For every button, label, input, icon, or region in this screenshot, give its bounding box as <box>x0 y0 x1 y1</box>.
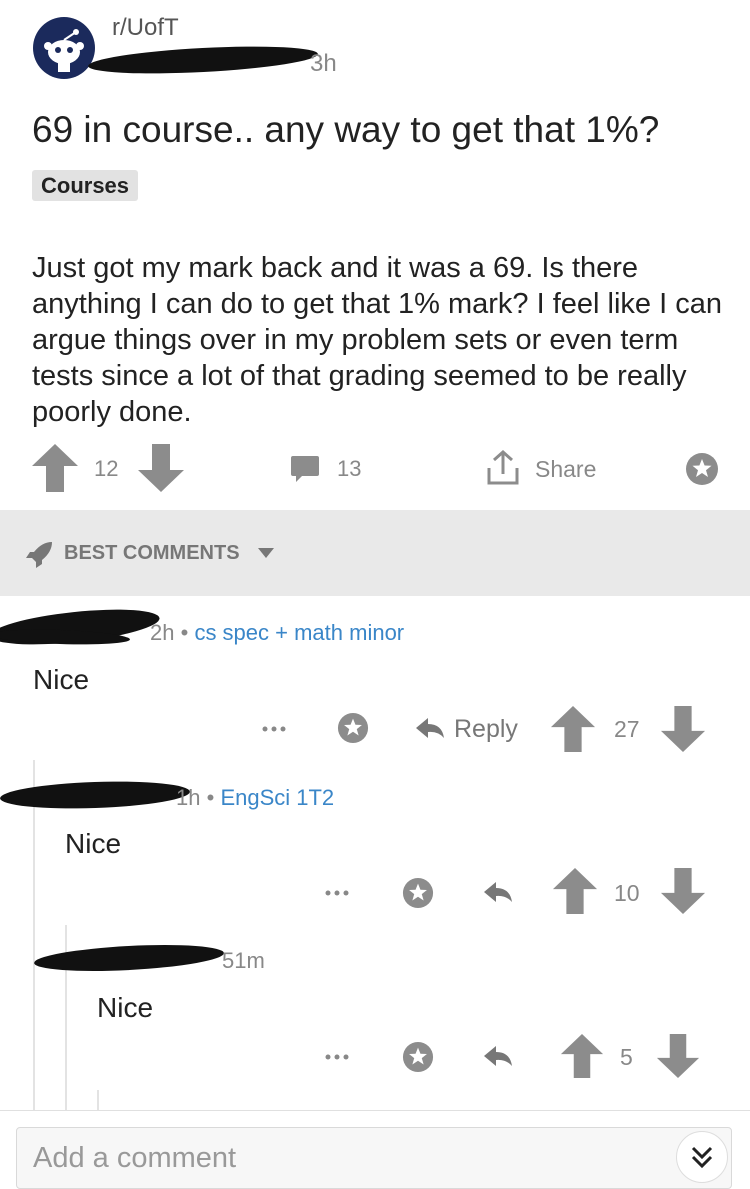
downvote-icon[interactable] <box>660 868 706 914</box>
commenter-redaction <box>0 778 191 812</box>
user-flair[interactable]: cs spec + math minor <box>194 620 404 645</box>
comment-composer <box>0 1110 750 1189</box>
post-title: 69 in course.. any way to get that 1%? <box>32 109 660 150</box>
downvote-icon[interactable] <box>656 1034 700 1078</box>
more-options-icon[interactable] <box>262 726 286 732</box>
downvote-icon[interactable] <box>138 444 184 492</box>
comment-age: 51m <box>222 948 265 973</box>
upvote-icon[interactable] <box>550 706 596 752</box>
more-options-icon[interactable] <box>325 890 349 896</box>
user-flair[interactable]: EngSci 1T2 <box>220 785 334 810</box>
thread-line[interactable] <box>33 760 35 1110</box>
comment-icon[interactable] <box>290 454 320 484</box>
comment-score: 10 <box>614 880 640 906</box>
save-icon[interactable] <box>337 712 369 744</box>
upvote-icon[interactable] <box>560 1034 604 1078</box>
more-options-icon[interactable] <box>325 1054 349 1060</box>
share-button[interactable]: Share <box>535 456 596 483</box>
comment-score: 5 <box>620 1044 633 1070</box>
reply-icon[interactable] <box>416 716 446 740</box>
comment-meta: 1h • EngSci 1T2 <box>176 785 334 811</box>
comment-text: Nice <box>97 992 154 1023</box>
comment-count: 13 <box>337 456 362 481</box>
post-age: 3h <box>310 50 337 77</box>
jump-next-comment-button[interactable] <box>676 1131 728 1183</box>
thread-line[interactable] <box>97 1090 99 1110</box>
comment-meta: 2h • cs spec + math minor <box>150 620 404 646</box>
save-icon[interactable] <box>685 452 719 486</box>
subreddit-avatar[interactable] <box>32 16 96 80</box>
comment-text: Nice <box>33 664 90 695</box>
post-score: 12 <box>94 456 119 481</box>
commenter-redaction <box>33 941 225 975</box>
post-body: Just got my mark back and it was a 69. I… <box>32 252 722 428</box>
comment-score: 27 <box>614 716 640 742</box>
add-comment-input[interactable] <box>16 1127 732 1189</box>
comment-age: 2h <box>150 620 175 645</box>
share-icon[interactable] <box>486 450 520 486</box>
chevron-down-icon[interactable] <box>258 548 274 558</box>
comments-sort-bar[interactable]: BEST COMMENTS <box>0 510 750 596</box>
save-icon[interactable] <box>402 877 434 909</box>
meta-separator: • <box>206 785 221 810</box>
save-icon[interactable] <box>402 1041 434 1073</box>
downvote-icon[interactable] <box>660 706 706 752</box>
rocket-icon <box>24 540 54 570</box>
reply-button[interactable]: Reply <box>454 715 518 744</box>
comment-text: Nice <box>65 828 122 859</box>
reply-icon[interactable] <box>484 1044 514 1068</box>
double-chevron-down-icon <box>691 1146 713 1169</box>
upvote-icon[interactable] <box>32 444 78 492</box>
subreddit-name[interactable]: r/UofT <box>112 14 179 42</box>
author-redaction <box>87 41 319 79</box>
sort-label[interactable]: BEST COMMENTS <box>64 542 240 565</box>
post-flair[interactable]: Courses <box>32 170 139 201</box>
meta-separator: • <box>180 620 195 645</box>
reply-icon[interactable] <box>484 880 514 904</box>
upvote-icon[interactable] <box>552 868 598 914</box>
snoo-icon <box>33 17 95 79</box>
comment-age: 1h <box>176 785 201 810</box>
